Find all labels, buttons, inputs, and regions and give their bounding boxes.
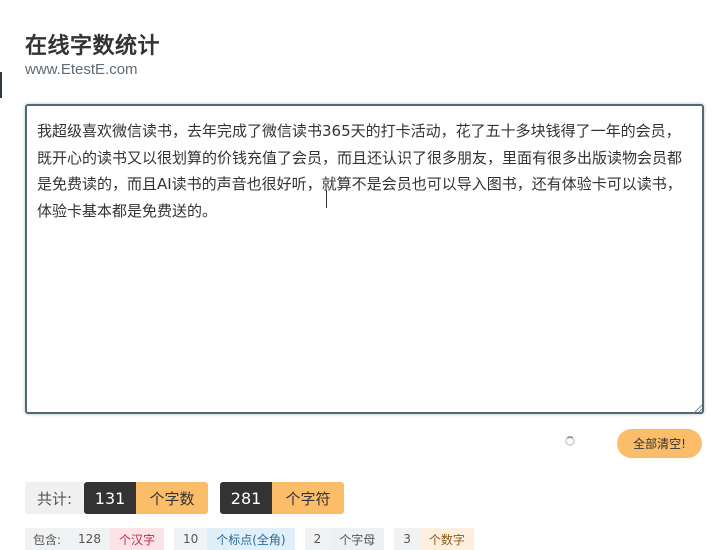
- breakdown-row: 包含: 128 个汉字 10 个标点(全角) 2 个字母 3 个数字: [25, 528, 474, 550]
- breakdown-label: 包含:: [25, 528, 70, 550]
- totals-summary: 共计: 131 个字数 281 个字符: [25, 482, 345, 514]
- word-count-value: 131: [84, 482, 137, 514]
- punctuation-count-value: 10: [173, 528, 208, 550]
- digit-count-value: 3: [394, 528, 420, 550]
- digit-count-unit: 个数字: [419, 528, 474, 550]
- clear-all-button[interactable]: 全部清空!: [617, 429, 702, 458]
- hanzi-count-value: 128: [69, 528, 110, 550]
- left-accent-bar: [0, 72, 2, 98]
- site-url: www.EtestE.com: [25, 61, 138, 78]
- letter-count-unit: 个字母: [330, 528, 385, 550]
- page-title: 在线字数统计: [25, 34, 161, 59]
- hanzi-count-unit: 个汉字: [109, 528, 164, 550]
- word-count-pill: 131 个字数: [84, 482, 209, 514]
- totals-label: 共计:: [25, 482, 85, 514]
- loading-spinner-icon: [565, 436, 575, 446]
- letter-count-value: 2: [304, 528, 331, 550]
- hanzi-count: 128 个汉字: [69, 528, 164, 550]
- char-count-pill: 281 个字符: [220, 482, 345, 514]
- digit-count: 3 个数字: [394, 528, 474, 550]
- char-count-unit: 个字符: [272, 482, 345, 514]
- text-input-area[interactable]: 我超级喜欢微信读书，去年完成了微信读书365天的打卡活动，花了五十多块钱得了一年…: [25, 104, 704, 414]
- word-count-unit: 个字数: [136, 482, 209, 514]
- letter-count: 2 个字母: [304, 528, 385, 550]
- punctuation-count: 10 个标点(全角): [173, 528, 295, 550]
- resize-grip-icon[interactable]: [694, 404, 702, 412]
- text-caret: [326, 190, 327, 208]
- punctuation-count-unit: 个标点(全角): [207, 528, 295, 550]
- char-count-value: 281: [220, 482, 273, 514]
